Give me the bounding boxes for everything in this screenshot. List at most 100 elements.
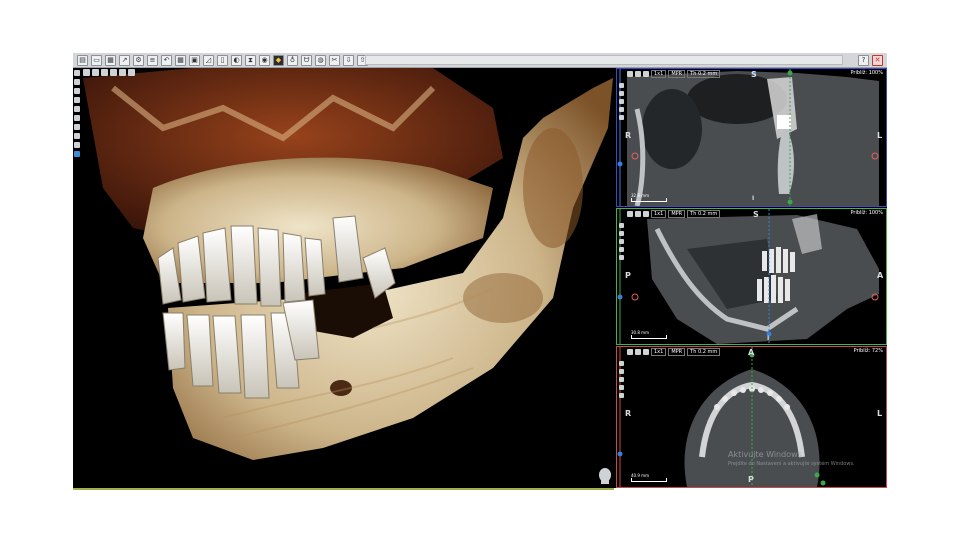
sagittal-info: Priblíž: 100% (850, 210, 883, 216)
axial-scale-bar: 40.9 mm (631, 473, 667, 482)
zoom-icon[interactable] (619, 223, 624, 228)
orientation-top: S (753, 210, 759, 219)
layout-5-icon[interactable] (119, 69, 126, 76)
volume-render-viewport[interactable] (73, 68, 614, 490)
orientation-left: R (625, 409, 632, 418)
contrast-icon[interactable] (619, 377, 624, 382)
contrast-icon[interactable] (619, 99, 624, 104)
tooth-icon[interactable]: ᗢ (301, 54, 312, 66)
scissors-icon[interactable]: ✂ (329, 54, 340, 66)
viewport-side-toolbar (74, 70, 80, 157)
coronal-side-tools (619, 83, 624, 120)
layout-6-icon[interactable] (128, 69, 135, 76)
annotate-icon[interactable] (74, 115, 80, 121)
zoom-icon[interactable] (619, 83, 624, 88)
camera-icon[interactable] (635, 71, 641, 77)
rotate-icon[interactable] (74, 88, 80, 94)
orientation-top: S (751, 70, 757, 79)
angle-icon[interactable] (74, 106, 80, 112)
mpr-mode[interactable]: MPR (668, 348, 686, 356)
pan-icon[interactable] (619, 369, 624, 374)
camera-icon[interactable] (635, 349, 641, 355)
zoom-ratio[interactable]: 1x1 (651, 210, 667, 218)
close-button[interactable]: ✕ (872, 55, 883, 66)
layout-2-icon[interactable] (92, 69, 99, 76)
measure-tool-icon[interactable] (619, 107, 624, 112)
layout-icon[interactable] (627, 211, 633, 217)
grid-icon[interactable]: ▦ (175, 54, 186, 66)
settings-icon[interactable]: ⚙ (133, 54, 144, 66)
sagittal-slice-panel[interactable]: 1x1 MPR Th 0.2 mm Priblíž: 100% S P A I … (616, 208, 887, 345)
open-icon[interactable]: ▤ (77, 54, 88, 66)
nerve-icon[interactable]: ◉ (259, 54, 270, 66)
list-icon[interactable]: ≡ (147, 54, 158, 66)
layout-1-icon[interactable] (83, 69, 90, 76)
reset-icon[interactable] (74, 124, 80, 130)
zoom-ratio[interactable]: 1x1 (651, 70, 667, 78)
toolbar-icons: ▤ ▭ ▦ ↗ ⚙ ≡ ↶ ▦ ▣ ◿ ▯ ◐ ⧗ ◉ ◆ ♁ ᗢ ◍ ✂ ⇩ … (73, 53, 368, 67)
zoom-icon[interactable] (74, 70, 80, 76)
slice-thickness[interactable]: Th 0.2 mm (687, 70, 721, 78)
cut-icon[interactable]: ◍ (315, 54, 326, 66)
undo-tool-icon[interactable] (74, 133, 80, 139)
measure-tool-icon[interactable] (619, 385, 624, 390)
pan-icon[interactable] (619, 91, 624, 96)
sagittal-scale-bar: 30.8 mm (631, 330, 667, 339)
sagittal-slice-image (617, 209, 879, 344)
annotate-icon[interactable] (619, 115, 624, 120)
pan-icon[interactable] (74, 79, 80, 85)
windows-activation-watermark: Aktivujte Windows Prejdite do Nastavení … (728, 450, 855, 467)
slice-thickness[interactable]: Th 0.2 mm (687, 210, 721, 218)
orientation-bottom: P (748, 475, 754, 484)
print-icon[interactable]: ▦ (105, 54, 116, 66)
contrast-icon[interactable] (619, 239, 624, 244)
layers-icon[interactable]: ◆ (273, 54, 284, 66)
orientation-right: L (877, 409, 883, 418)
coronal-scale-bar: 32.8 mm (631, 193, 667, 202)
status-bar (365, 55, 843, 65)
layout-icon[interactable] (627, 71, 633, 77)
camera-icon[interactable] (635, 211, 641, 217)
window-controls: ? ✕ (858, 55, 883, 66)
rotate-icon[interactable] (643, 349, 649, 355)
measure-tool-icon[interactable] (619, 247, 624, 252)
orientation-head-icon[interactable] (598, 468, 612, 484)
undo-icon[interactable]: ↶ (161, 54, 172, 66)
viewer-window: ▤ ▭ ▦ ↗ ⚙ ≡ ↶ ▦ ▣ ◿ ▯ ◐ ⧗ ◉ ◆ ♁ ᗢ ◍ ✂ ⇩ … (73, 53, 887, 490)
rotate-icon[interactable] (643, 71, 649, 77)
orientation-top: A (748, 348, 755, 357)
hourglass-icon[interactable]: ⧗ (245, 54, 256, 66)
orientation-bottom: I (767, 335, 770, 342)
document-icon[interactable]: ▯ (217, 54, 228, 66)
slice-thickness[interactable]: Th 0.2 mm (687, 348, 721, 356)
download-icon[interactable]: ⇩ (343, 54, 354, 66)
measure-icon[interactable]: ◐ (231, 54, 242, 66)
orientation-left: P (625, 271, 631, 280)
orientation-left: R (625, 131, 632, 140)
zoom-icon[interactable] (619, 361, 624, 366)
mpr-mode[interactable]: MPR (668, 70, 686, 78)
orientation-right: L (877, 131, 883, 140)
layout-3-icon[interactable] (101, 69, 108, 76)
coronal-toolbar: 1x1 MPR Th 0.2 mm (627, 70, 721, 78)
viewport-top-tools (83, 69, 135, 76)
layout-4-icon[interactable] (110, 69, 117, 76)
export-icon[interactable]: ↗ (119, 54, 130, 66)
layout-icon[interactable]: ▣ (189, 54, 200, 66)
annotate-icon[interactable] (619, 255, 624, 260)
brush-icon[interactable] (74, 142, 80, 148)
zoom-ratio[interactable]: 1x1 (651, 348, 667, 356)
annotate-icon[interactable] (619, 393, 624, 398)
coronal-slice-panel[interactable]: 1x1 MPR Th 0.2 mm Priblíž: 100% S R L I … (616, 68, 887, 207)
ruler-icon[interactable]: ◿ (203, 54, 214, 66)
rotate-icon[interactable] (643, 211, 649, 217)
mpr-mode[interactable]: MPR (668, 210, 686, 218)
pan-icon[interactable] (619, 231, 624, 236)
layout-icon[interactable] (627, 349, 633, 355)
measure-tool-icon[interactable] (74, 97, 80, 103)
implant-icon[interactable]: ♁ (287, 54, 298, 66)
help-button[interactable]: ? (858, 55, 869, 66)
save-icon[interactable]: ▭ (91, 54, 102, 66)
axial-slice-panel[interactable]: 1x1 MPR Th 0.2 mm Priblíž: 72% A R L P 4… (616, 346, 887, 488)
active-tool-icon[interactable] (74, 151, 80, 157)
